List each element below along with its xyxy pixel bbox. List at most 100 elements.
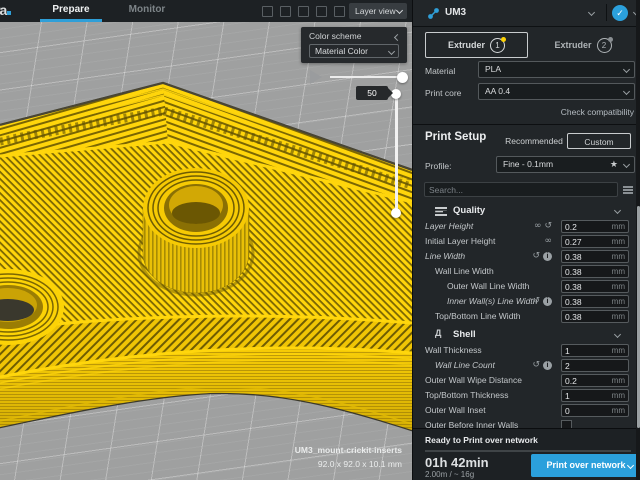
- revert-icon[interactable]: ↺: [532, 252, 540, 261]
- setting-icons: ↺i: [532, 249, 552, 264]
- setting-value-input[interactable]: [565, 360, 607, 371]
- setting-label: Top/Bottom Line Width: [435, 311, 521, 321]
- setting-value-box[interactable]: mm: [561, 235, 629, 248]
- tab-extruder-1[interactable]: Extruder 1: [425, 32, 528, 58]
- revert-icon[interactable]: ↺: [544, 222, 552, 231]
- profile-label: Profile:: [425, 161, 451, 171]
- setting-value-box[interactable]: mm: [561, 280, 629, 293]
- setting-checkbox[interactable]: [561, 420, 572, 428]
- setting-value-input[interactable]: [565, 375, 607, 386]
- save-icon[interactable]: [262, 6, 273, 17]
- scrollbar-handle[interactable]: [637, 206, 640, 428]
- connected-check-icon[interactable]: ✓: [612, 5, 628, 21]
- view-side-icon[interactable]: [334, 6, 345, 17]
- view-front-icon[interactable]: [298, 6, 309, 17]
- setting-label: Outer Wall Inset: [425, 405, 486, 415]
- setting-value-input[interactable]: [565, 236, 607, 247]
- setting-value-box[interactable]: mm: [561, 344, 629, 357]
- link-icon[interactable]: ∞: [534, 222, 542, 231]
- layer-slider-bottom-handle[interactable]: [391, 208, 401, 218]
- print-time: 01h 42min: [425, 455, 489, 470]
- setting-value-input[interactable]: [565, 266, 607, 277]
- setting-value-box[interactable]: [561, 359, 629, 372]
- section-header-quality[interactable]: Quality: [413, 204, 636, 219]
- setting-row: Top/Bottom Thicknessmm: [413, 388, 636, 403]
- star-icon[interactable]: ★: [610, 157, 618, 172]
- setting-value-box[interactable]: mm: [561, 389, 629, 402]
- print-job-footer: Ready to Print over network 01h 42min 2.…: [413, 428, 640, 480]
- setting-value-input[interactable]: [565, 281, 607, 292]
- print-core-label: Print core: [425, 88, 461, 98]
- setting-value-input[interactable]: [565, 390, 607, 401]
- revert-icon[interactable]: ↺: [532, 297, 540, 306]
- tab-extruder-2[interactable]: Extruder 2: [531, 32, 635, 58]
- mode-recommended-button[interactable]: Recommended: [501, 133, 567, 149]
- setting-label: Outer Before Inner Walls: [425, 420, 518, 428]
- simulation-slider-handle[interactable]: [397, 72, 408, 83]
- setting-unit: mm: [612, 346, 625, 355]
- setting-value-input[interactable]: [565, 405, 607, 416]
- section-header-shell[interactable]: ДShell: [413, 328, 636, 343]
- setting-value-box[interactable]: mm: [561, 250, 629, 263]
- setting-value-box[interactable]: mm: [561, 310, 629, 323]
- print-over-network-button[interactable]: Print over network: [531, 454, 640, 477]
- setting-value-box[interactable]: mm: [561, 220, 629, 233]
- color-scheme-dropdown[interactable]: Material Color: [309, 44, 399, 58]
- settings-list[interactable]: QualityLayer Height∞↺mmInitial Layer Hei…: [413, 200, 636, 428]
- scrollbar-track[interactable]: [636, 0, 640, 480]
- print-setup-title: Print Setup: [425, 131, 486, 143]
- setting-value-box[interactable]: mm: [561, 265, 629, 278]
- print-core-dropdown[interactable]: AA 0.4: [478, 83, 635, 100]
- chevron-down-icon: [627, 462, 634, 469]
- setting-icons: ↺i: [532, 294, 552, 309]
- setting-value-input[interactable]: [565, 345, 607, 356]
- mode-custom-button[interactable]: Custom: [567, 133, 631, 149]
- network-printer-icon: [427, 7, 440, 20]
- link-icon[interactable]: ∞: [545, 237, 553, 246]
- tab-monitor[interactable]: Monitor: [118, 4, 176, 15]
- setting-label: Wall Line Count: [435, 360, 495, 370]
- material-dropdown[interactable]: PLA: [478, 61, 635, 78]
- check-compatibility-link[interactable]: Check compatibility: [561, 107, 634, 117]
- extruder-1-label: Extruder: [448, 40, 485, 50]
- setting-row: Wall Line Widthmm: [413, 264, 636, 279]
- search-input[interactable]: [424, 182, 618, 197]
- setting-unit: mm: [612, 376, 625, 385]
- setting-row: Outer Wall Wipe Distancemm: [413, 373, 636, 388]
- header-divider: [606, 4, 607, 21]
- extruder-2-label: Extruder: [554, 40, 591, 50]
- layer-slider[interactable]: [395, 93, 398, 213]
- setting-row: Inner Wall(s) Line Width↺imm: [413, 294, 636, 309]
- tab-prepare[interactable]: Prepare: [40, 4, 102, 15]
- setting-icons: ∞↺: [534, 219, 552, 234]
- setting-value-box[interactable]: mm: [561, 295, 629, 308]
- tab-prepare-underline: [40, 19, 102, 22]
- setting-value-box[interactable]: mm: [561, 404, 629, 417]
- sidebar-panel: UM3 ✓ Extruder 1 Extruder 2 Material PLA…: [412, 0, 640, 480]
- info-icon[interactable]: i: [543, 361, 552, 370]
- setting-row: Top/Bottom Line Width mm: [413, 309, 636, 324]
- setting-value-input[interactable]: [565, 251, 607, 262]
- setting-value-input[interactable]: [565, 296, 607, 307]
- info-icon[interactable]: i: [543, 297, 552, 306]
- view-top-icon[interactable]: [316, 6, 327, 17]
- chevron-left-icon[interactable]: [394, 34, 401, 41]
- setting-value-box[interactable]: mm: [561, 374, 629, 387]
- play-icon[interactable]: [310, 70, 322, 84]
- setting-value-input[interactable]: [565, 311, 607, 322]
- setting-row: Wall Thicknessmm: [413, 343, 636, 358]
- printer-dropdown-chevron[interactable]: [588, 9, 595, 16]
- viewport-3d[interactable]: ra Prepare Monitor Layer view Color sche…: [0, 0, 412, 480]
- extruder-2-number: 2: [597, 38, 612, 53]
- profile-dropdown[interactable]: Fine - 0.1mm ★: [496, 156, 635, 173]
- extruder-1-number: 1: [490, 38, 505, 53]
- view-3d-icon[interactable]: [280, 6, 291, 17]
- simulation-slider[interactable]: [330, 76, 404, 78]
- view-mode-dropdown[interactable]: Layer view: [349, 3, 407, 19]
- info-icon[interactable]: i: [543, 252, 552, 261]
- settings-filter-icon[interactable]: [623, 186, 633, 188]
- model-3d-render: [0, 22, 412, 480]
- setting-row: Outer Wall Line Widthmm: [413, 279, 636, 294]
- setting-value-input[interactable]: [565, 221, 607, 232]
- revert-icon[interactable]: ↺: [532, 361, 540, 370]
